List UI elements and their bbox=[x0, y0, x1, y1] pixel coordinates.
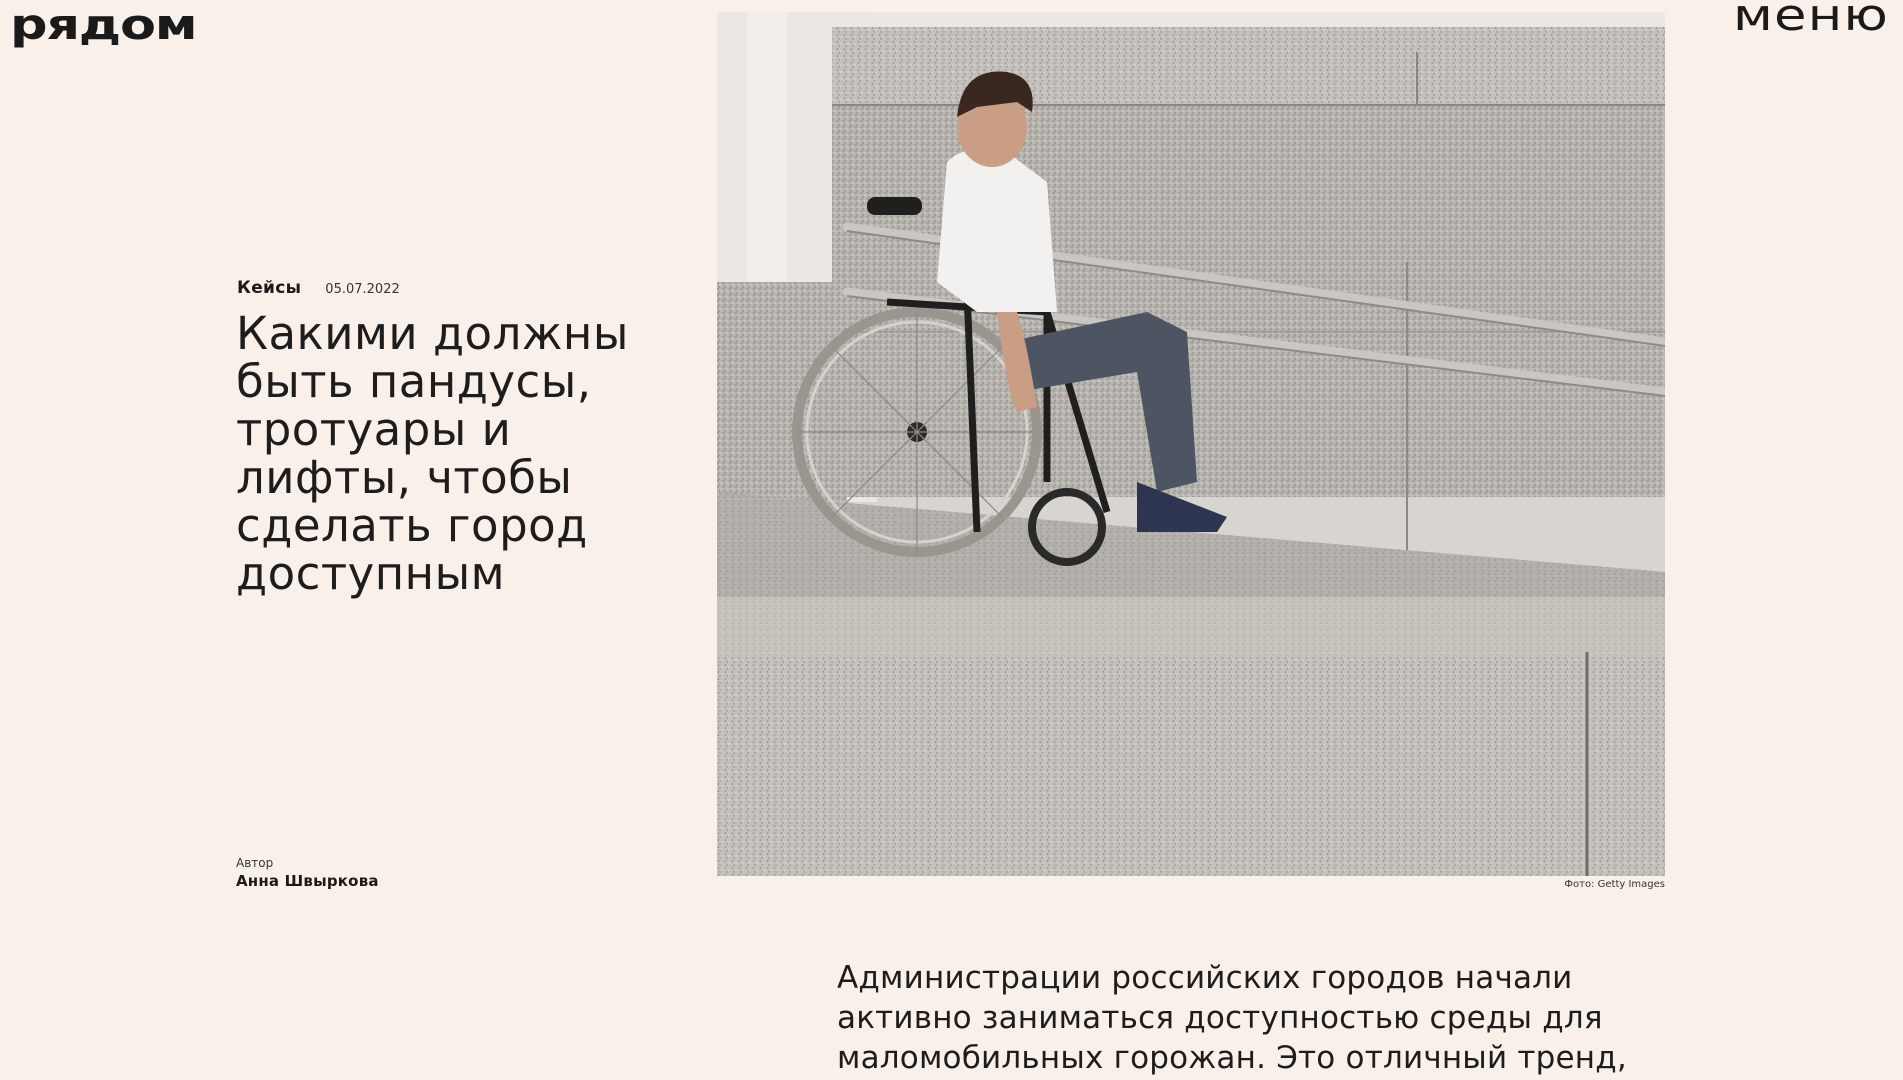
site-logo[interactable]: рядом bbox=[10, 4, 198, 46]
wheelchair-ramp-photo bbox=[717, 12, 1665, 876]
publish-date: 05.07.2022 bbox=[325, 282, 400, 297]
author-name[interactable]: Анна Швыркова bbox=[236, 872, 379, 890]
article-photo bbox=[717, 12, 1665, 876]
category-link[interactable]: Кейсы bbox=[237, 278, 301, 298]
article-lead: Администрации российских городов начали … bbox=[837, 960, 1627, 1076]
photo-caption: Фото: Getty Images bbox=[1564, 879, 1665, 890]
article-meta: Кейсы 05.07.2022 bbox=[237, 278, 400, 298]
menu-button[interactable]: меню bbox=[1733, 0, 1889, 38]
article-title: Какими должны быть пандусы, тротуары и л… bbox=[236, 307, 629, 600]
article-page: рядом меню Кейсы 05.07.2022 Какими должн… bbox=[0, 0, 1903, 1080]
author-label: Автор bbox=[236, 856, 274, 870]
